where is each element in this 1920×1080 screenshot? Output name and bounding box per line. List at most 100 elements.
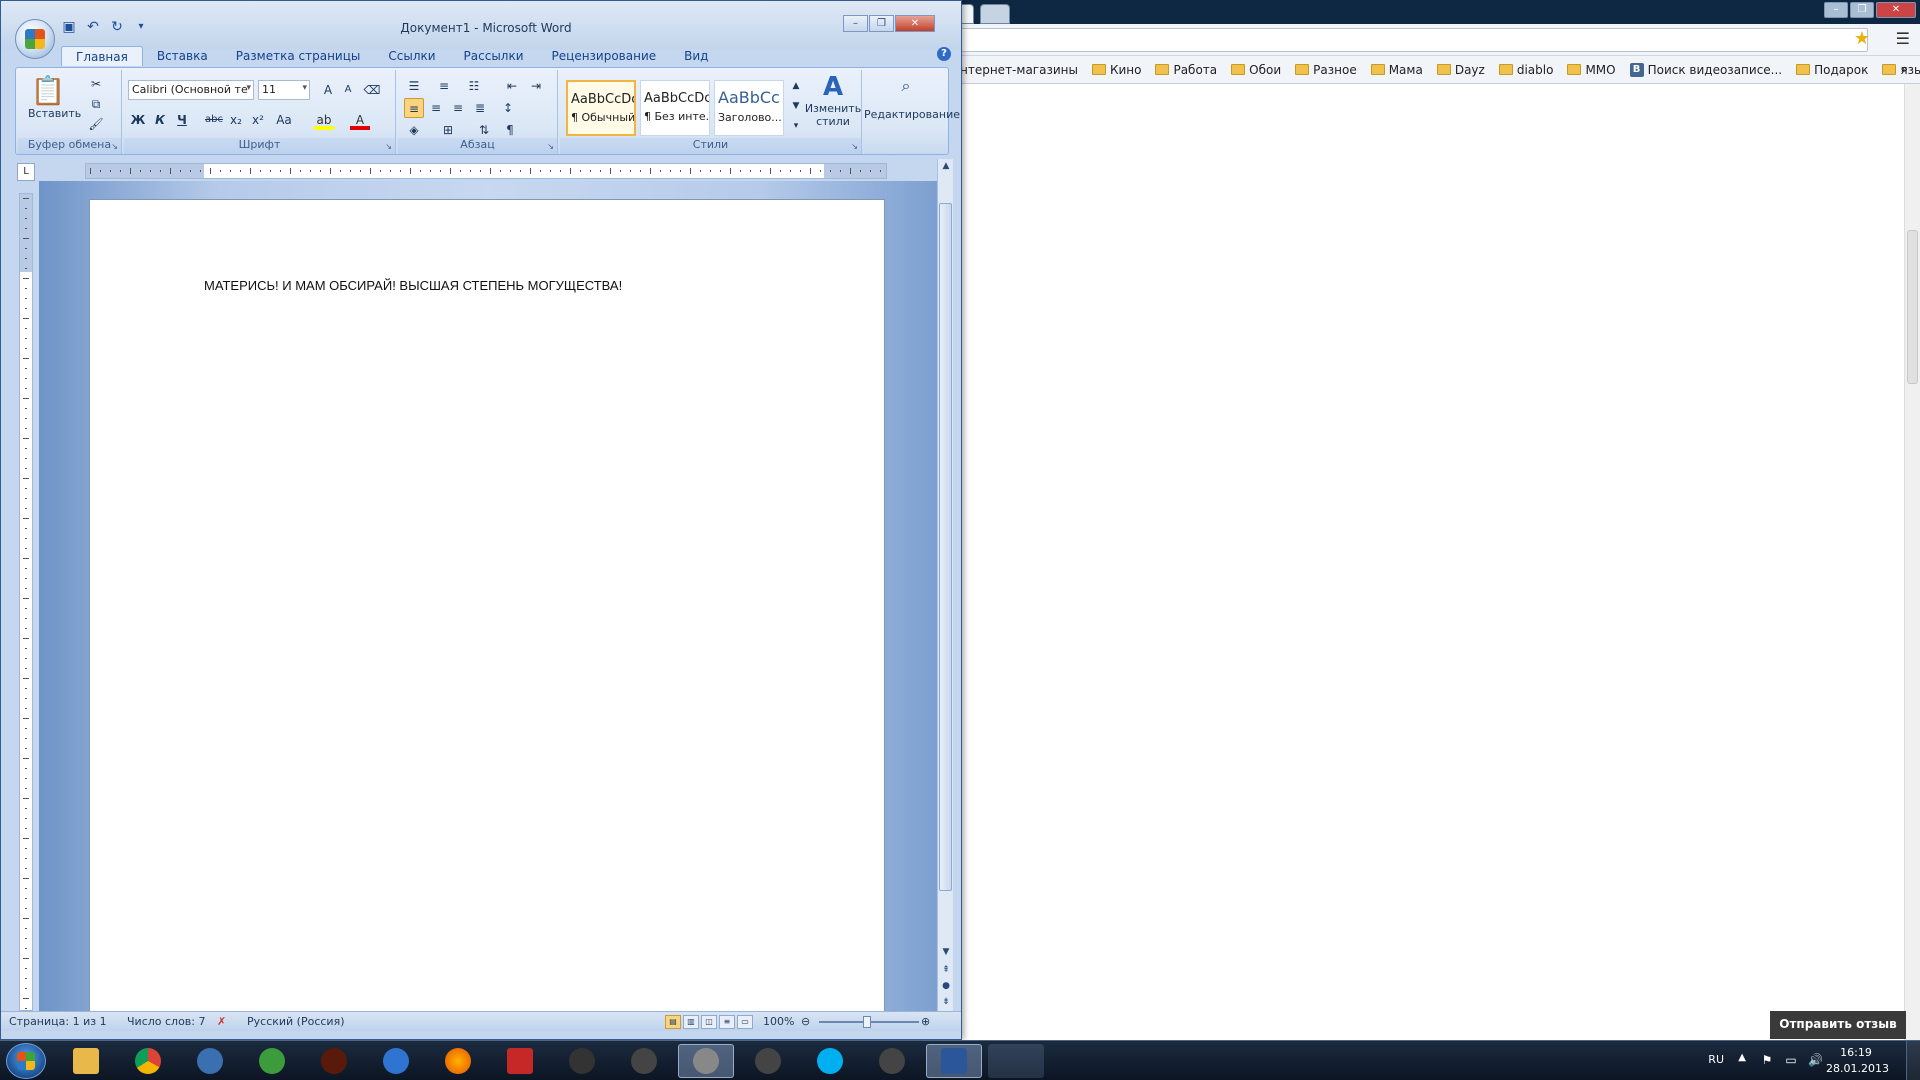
- document-page[interactable]: МАТЕРИСЬ! И МАМ ОБСИРАЙ! ВЫСШАЯ СТЕПЕНЬ …: [89, 199, 885, 1019]
- tab-insert[interactable]: Вставка: [143, 46, 222, 66]
- taskbar-utorrent[interactable]: [244, 1044, 300, 1078]
- zoom-level[interactable]: 100%: [763, 1015, 794, 1028]
- tab-page-layout[interactable]: Разметка страницы: [222, 46, 375, 66]
- tab-selector[interactable]: L: [17, 163, 35, 181]
- feedback-button[interactable]: Отправить отзыв: [1770, 1011, 1906, 1039]
- bullets-icon[interactable]: ☰: [404, 76, 424, 96]
- save-icon[interactable]: ▣: [61, 19, 77, 35]
- previous-page-icon[interactable]: ⇞: [939, 963, 953, 977]
- italic-button[interactable]: К: [150, 110, 170, 130]
- maximize-icon[interactable]: ❐: [1850, 2, 1874, 18]
- align-left-icon[interactable]: ≡: [404, 98, 424, 118]
- sort-icon[interactable]: ⇅: [474, 120, 494, 140]
- office-button[interactable]: [15, 19, 55, 59]
- zoom-slider-thumb[interactable]: [863, 1016, 871, 1028]
- line-spacing-icon[interactable]: ↕: [498, 98, 518, 118]
- grow-font-icon[interactable]: A: [318, 80, 338, 100]
- copy-icon[interactable]: ⧉: [86, 94, 106, 114]
- strikethrough-button[interactable]: abc: [204, 110, 224, 130]
- paste-button[interactable]: 📋 Вставить: [28, 74, 81, 120]
- bookmark-folder[interactable]: Кино: [1091, 63, 1141, 77]
- show-formatting-marks-icon[interactable]: ¶: [500, 120, 520, 140]
- document-text[interactable]: МАТЕРИСЬ! И МАМ ОБСИРАЙ! ВЫСШАЯ СТЕПЕНЬ …: [204, 278, 622, 293]
- taskbar-app[interactable]: [368, 1044, 424, 1078]
- minimize-icon[interactable]: –: [843, 15, 868, 32]
- style-normal[interactable]: AaBbCcDc ¶ Обычный: [566, 80, 636, 136]
- help-icon[interactable]: ?: [937, 47, 951, 61]
- customize-qat-icon[interactable]: ▾: [133, 19, 149, 35]
- new-tab-button[interactable]: [980, 4, 1010, 24]
- align-center-icon[interactable]: ≡: [426, 98, 446, 118]
- next-page-icon[interactable]: ⇟: [939, 995, 953, 1009]
- bookmark-folder[interactable]: diablo: [1498, 63, 1553, 77]
- taskbar-world-of-tanks[interactable]: [616, 1044, 672, 1078]
- network-icon[interactable]: ▭: [1784, 1053, 1798, 1067]
- tab-references[interactable]: Ссылки: [374, 46, 449, 66]
- scroll-up-icon[interactable]: ▲: [939, 159, 953, 173]
- taskbar-world-of-tanks[interactable]: [864, 1044, 920, 1078]
- dialog-launcher-icon[interactable]: ↘: [385, 142, 392, 151]
- bookmark-item[interactable]: B Поиск видеозаписе...: [1629, 62, 1782, 77]
- multilevel-list-icon[interactable]: ☷: [464, 76, 484, 96]
- action-center-icon[interactable]: ⚑: [1760, 1053, 1774, 1067]
- clock-time[interactable]: 16:19: [1826, 1046, 1886, 1059]
- dialog-launcher-icon[interactable]: ↘: [851, 142, 858, 151]
- bookmark-item[interactable]: нтернет-магазины: [960, 63, 1078, 77]
- bookmark-folder[interactable]: Работа: [1155, 63, 1217, 77]
- full-screen-reading-icon[interactable]: ▥: [683, 1015, 699, 1029]
- redo-icon[interactable]: ↻: [109, 19, 125, 35]
- taskbar-app[interactable]: [988, 1044, 1044, 1078]
- taskbar-skype[interactable]: [802, 1044, 858, 1078]
- shading-icon[interactable]: ◈: [404, 120, 424, 140]
- borders-icon[interactable]: ⊞: [438, 120, 458, 140]
- zoom-out-icon[interactable]: ⊖: [801, 1015, 810, 1028]
- language-indicator[interactable]: Русский (Россия): [247, 1015, 345, 1028]
- bookmark-folder[interactable]: Разное: [1295, 63, 1357, 77]
- show-desktop-button[interactable]: [1906, 1041, 1920, 1080]
- tab-home[interactable]: Главная: [61, 46, 143, 66]
- decrease-indent-icon[interactable]: ⇤: [502, 76, 522, 96]
- font-name-combo[interactable]: Calibri (Основной те: [128, 80, 254, 100]
- scroll-down-icon[interactable]: ▼: [939, 945, 953, 959]
- zoom-in-icon[interactable]: ⊕: [921, 1015, 930, 1028]
- taskbar-diablo[interactable]: [306, 1044, 362, 1078]
- browse-object-icon[interactable]: ●: [939, 979, 953, 993]
- align-right-icon[interactable]: ≡: [448, 98, 468, 118]
- browser-scroll-thumb[interactable]: [1907, 230, 1918, 384]
- style-heading[interactable]: AaBbCc Заголово...: [714, 80, 784, 136]
- zoom-slider[interactable]: [819, 1016, 919, 1028]
- justify-icon[interactable]: ≣: [470, 98, 490, 118]
- dialog-launcher-icon[interactable]: ↘: [111, 142, 118, 151]
- horizontal-ruler[interactable]: [85, 163, 887, 179]
- outline-view-icon[interactable]: ≡: [719, 1015, 735, 1029]
- change-case-button[interactable]: Aa: [272, 110, 296, 130]
- language-indicator[interactable]: RU: [1708, 1053, 1724, 1066]
- start-button[interactable]: [6, 1043, 46, 1079]
- change-styles-button[interactable]: A Изменить стили: [802, 72, 864, 128]
- show-hidden-icons-icon[interactable]: ▲: [1738, 1052, 1746, 1063]
- web-layout-view-icon[interactable]: ◫: [701, 1015, 717, 1029]
- superscript-button[interactable]: x²: [248, 110, 268, 130]
- taskbar-eve[interactable]: [554, 1044, 610, 1078]
- font-color-icon[interactable]: A: [350, 110, 370, 130]
- tab-view[interactable]: Вид: [670, 46, 722, 66]
- proofing-icon[interactable]: ✗: [217, 1015, 226, 1028]
- taskbar-app[interactable]: [182, 1044, 238, 1078]
- clock-date[interactable]: 28.01.2013: [1826, 1062, 1889, 1075]
- highlight-icon[interactable]: ab: [314, 110, 334, 130]
- browser-scrollbar[interactable]: [1904, 84, 1920, 1040]
- shrink-font-icon[interactable]: A: [338, 80, 358, 100]
- format-painter-icon[interactable]: 🖌: [86, 114, 106, 134]
- increase-indent-icon[interactable]: ⇥: [526, 76, 546, 96]
- tab-review[interactable]: Рецензирование: [538, 46, 671, 66]
- bookmark-folder[interactable]: Обои: [1231, 63, 1281, 77]
- bookmark-folder[interactable]: Dayz: [1436, 63, 1485, 77]
- undo-icon[interactable]: ↶: [85, 19, 101, 35]
- close-icon[interactable]: ✕: [895, 15, 935, 32]
- style-no-spacing[interactable]: AaBbCcDc ¶ Без инте...: [640, 80, 710, 136]
- volume-icon[interactable]: 🔊: [1808, 1053, 1823, 1067]
- scroll-thumb[interactable]: [939, 203, 952, 891]
- print-layout-view-icon[interactable]: ▤: [665, 1015, 681, 1029]
- tab-mailings[interactable]: Рассылки: [450, 46, 538, 66]
- close-icon[interactable]: ✕: [1876, 2, 1916, 18]
